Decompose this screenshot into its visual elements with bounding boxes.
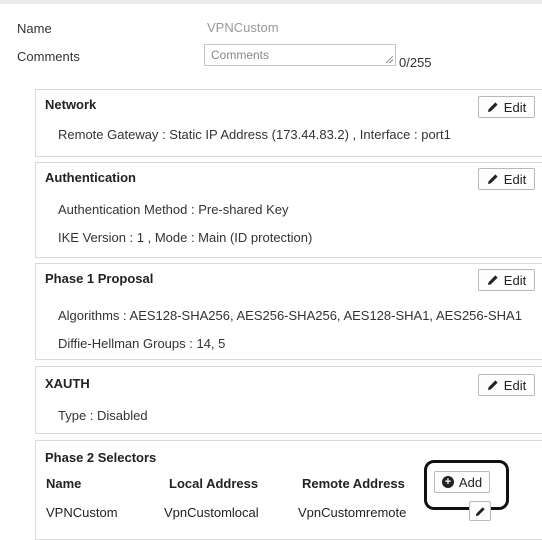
pencil-icon <box>487 380 498 390</box>
network-section: Network Edit Remote Gateway : Static IP … <box>35 89 542 157</box>
authentication-section: Authentication Edit Authentication Metho… <box>35 162 542 258</box>
pencil-icon <box>487 174 498 184</box>
edit-label: Edit <box>503 99 527 115</box>
phase1-title: Phase 1 Proposal <box>45 271 154 286</box>
xauth-section: XAUTH Edit Type : Disabled <box>35 366 542 434</box>
authentication-edit-button[interactable]: Edit <box>478 168 535 190</box>
edit-label: Edit <box>503 272 527 288</box>
ike-version: IKE Version : 1 , Mode : Main (ID protec… <box>58 230 313 245</box>
xauth-edit-button[interactable]: Edit <box>478 374 535 396</box>
phase1-algorithms: Algorithms : AES128-SHA256, AES256-SHA25… <box>58 308 522 323</box>
phase2-row-local: VpnCustomlocal <box>164 505 259 520</box>
name-value: VPNCustom <box>207 20 279 35</box>
phase2-col-remote-address: Remote Address <box>302 476 405 491</box>
name-label: Name <box>17 21 52 36</box>
pencil-icon <box>487 275 498 285</box>
comments-label: Comments <box>17 49 80 64</box>
comments-textarea[interactable]: Comments <box>204 44 396 66</box>
comments-char-counter: 0/255 <box>399 55 432 70</box>
xauth-type: Type : Disabled <box>58 408 148 423</box>
network-title: Network <box>45 97 97 112</box>
phase2-row-edit-button[interactable] <box>469 501 491 521</box>
edit-label: Edit <box>503 377 527 393</box>
phase2-row-remote: VpnCustomremote <box>298 505 407 520</box>
pencil-icon <box>475 506 485 516</box>
xauth-title: XAUTH <box>45 376 90 391</box>
edit-label: Edit <box>503 171 527 187</box>
highlight-annotation <box>424 460 509 510</box>
phase1-edit-button[interactable]: Edit <box>478 269 535 291</box>
network-edit-button[interactable]: Edit <box>478 96 535 118</box>
phase2-col-name: Name <box>46 476 82 491</box>
authentication-method: Authentication Method : Pre-shared Key <box>58 202 289 217</box>
phase1-section: Phase 1 Proposal Edit Algorithms : AES12… <box>35 263 542 360</box>
authentication-title: Authentication <box>45 170 136 185</box>
pencil-icon <box>487 102 498 112</box>
phase1-dh-groups: Diffie-Hellman Groups : 14, 5 <box>58 336 226 351</box>
phase2-row-name: VPNCustom <box>46 505 118 520</box>
top-divider <box>0 0 542 4</box>
phase2-title: Phase 2 Selectors <box>45 450 157 465</box>
network-remote-gateway: Remote Gateway : Static IP Address (173.… <box>58 127 451 142</box>
phase2-col-local-address: Local Address <box>169 476 259 491</box>
